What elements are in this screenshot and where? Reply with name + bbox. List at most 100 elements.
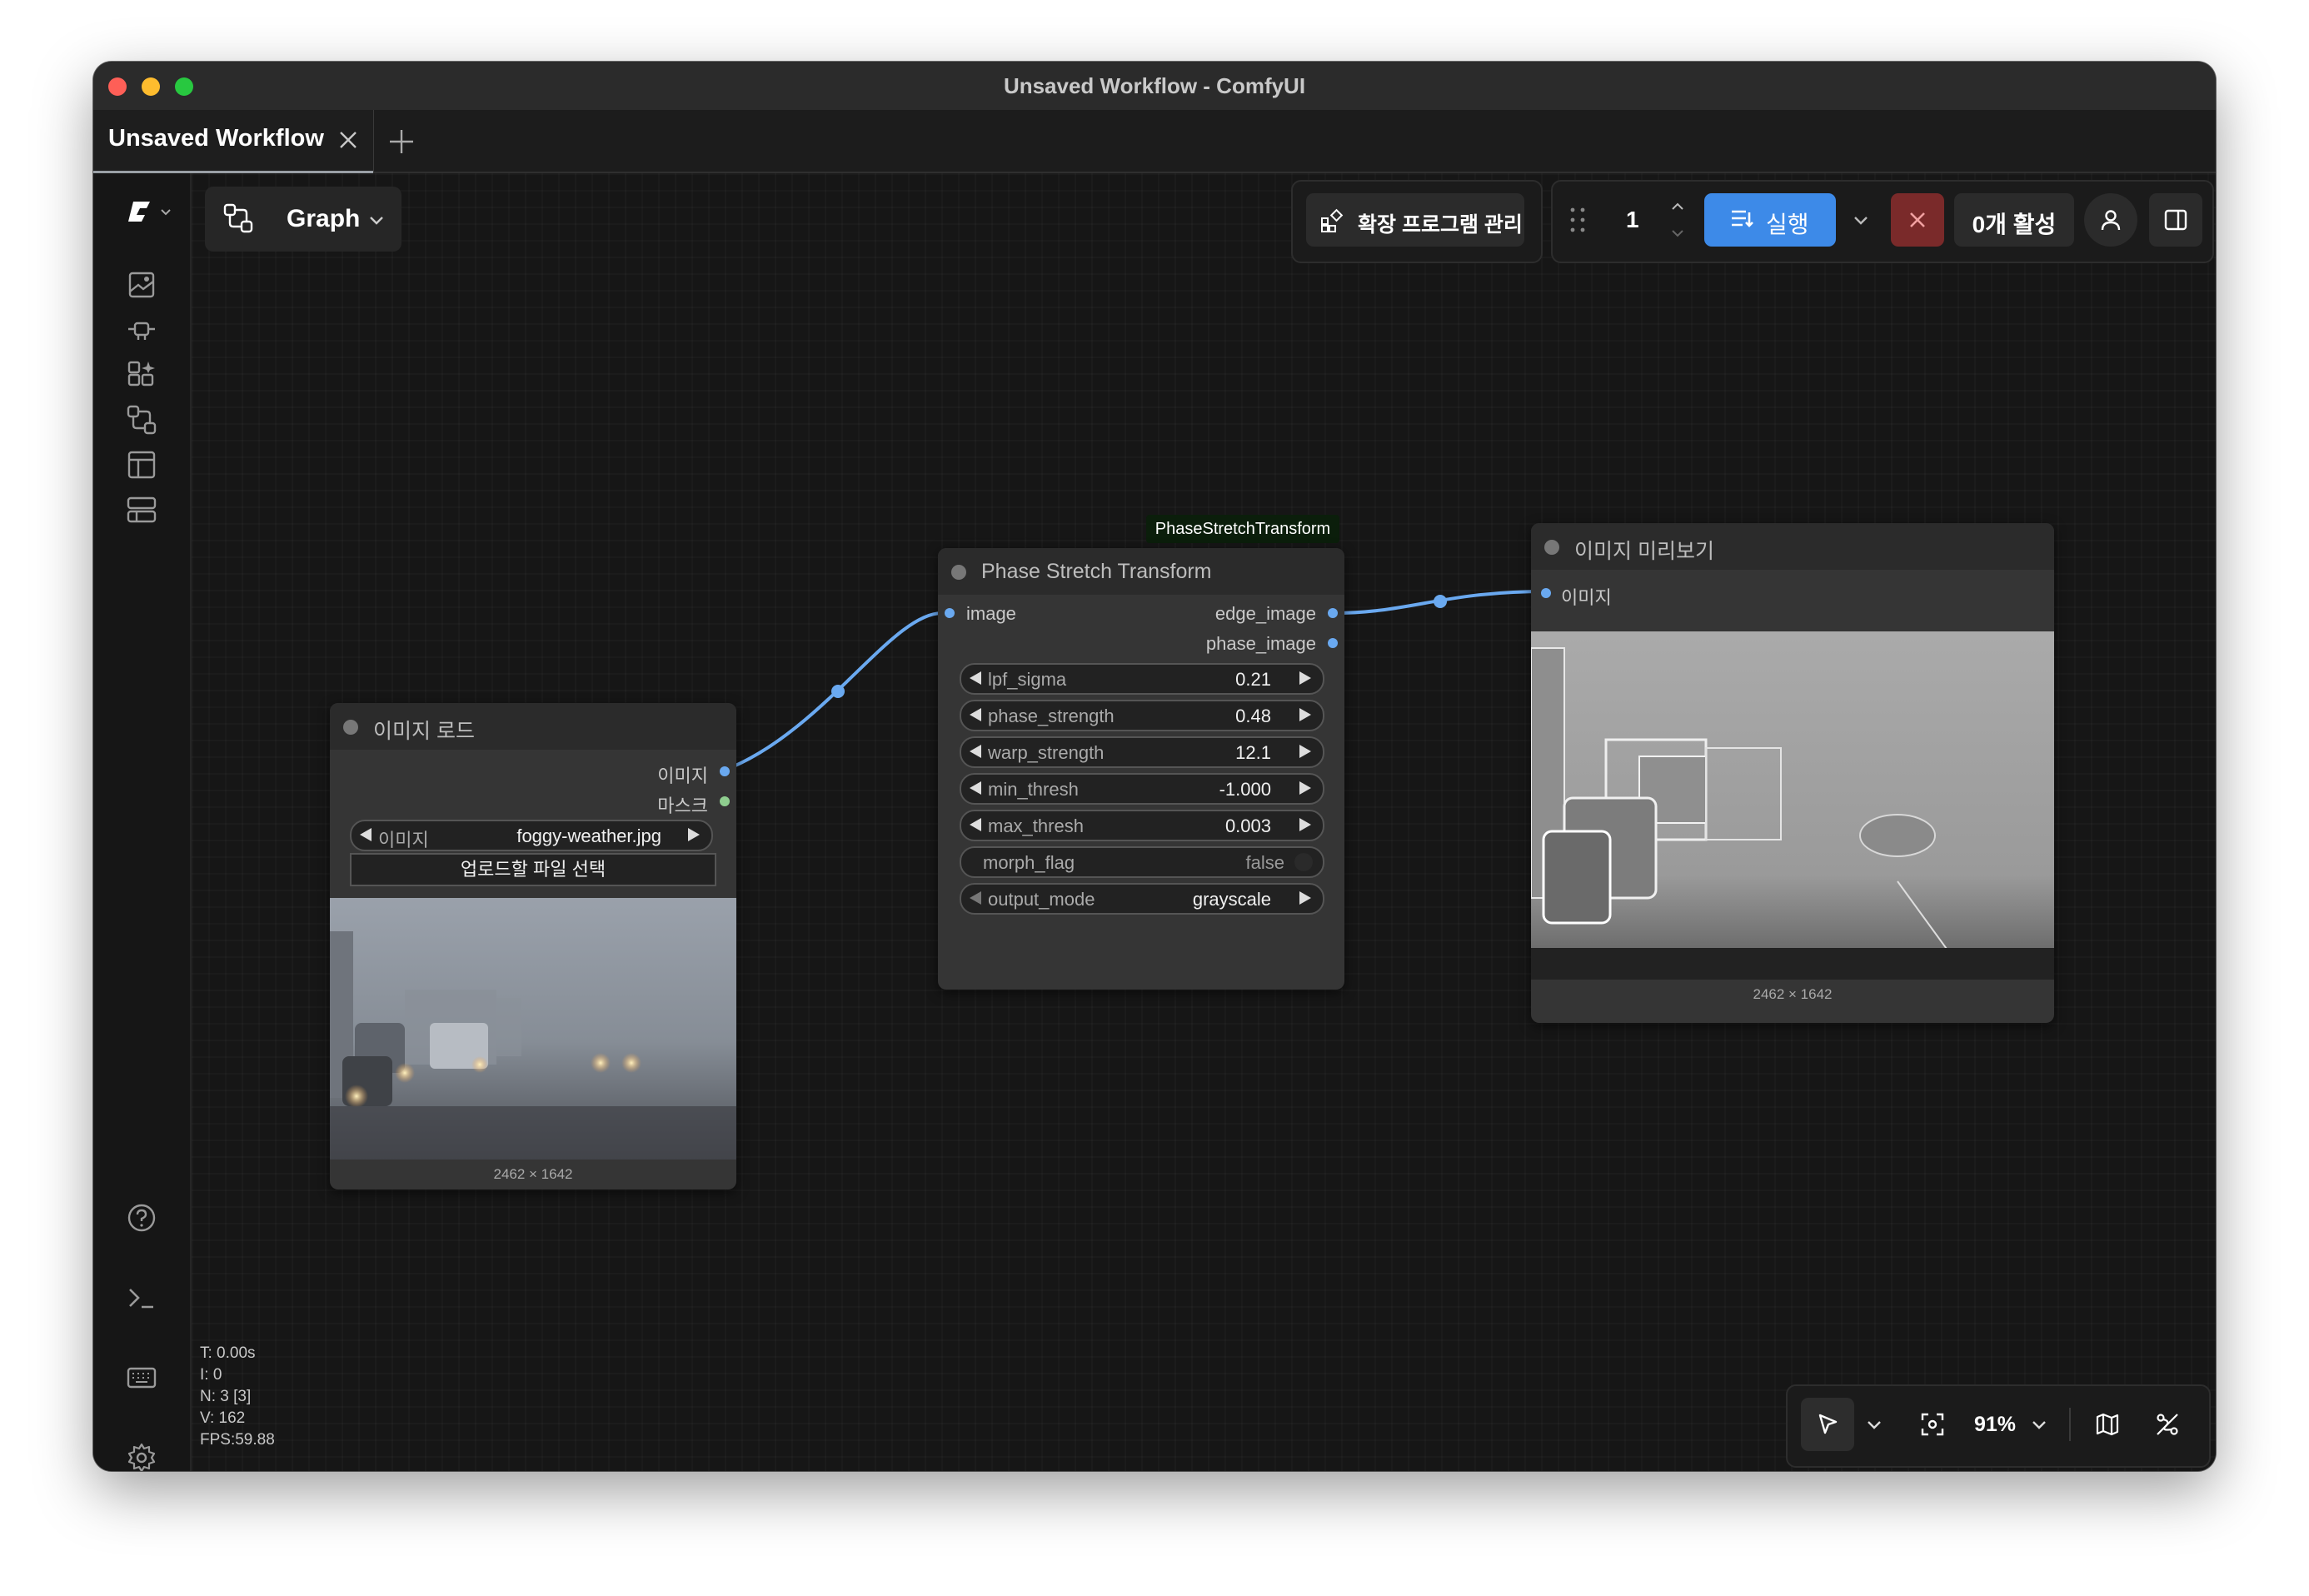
- active-jobs-label: 0개 활성: [1972, 212, 2057, 237]
- active-jobs-button[interactable]: 0개 활성: [1954, 193, 2074, 247]
- decrement-arrow-icon[interactable]: [970, 891, 981, 905]
- drag-handle-icon[interactable]: [1568, 205, 1588, 235]
- comfy-logo-icon[interactable]: [125, 195, 175, 228]
- input-label-image: 이미지: [1561, 587, 1612, 608]
- graph-mode-button[interactable]: Graph: [205, 187, 401, 252]
- decrement-arrow-icon[interactable]: [970, 708, 981, 721]
- image-sparkle-icon[interactable]: [125, 268, 158, 302]
- widget-value: 12.1: [1235, 742, 1271, 763]
- fit-view-button[interactable]: [1916, 1398, 1949, 1451]
- input-slot-image[interactable]: [945, 608, 955, 618]
- toggle-knob[interactable]: [1294, 853, 1313, 871]
- node-collapse-dot[interactable]: [1544, 540, 1559, 555]
- workflow-icon: [223, 203, 253, 233]
- grid-sparkle-icon[interactable]: [125, 358, 158, 392]
- plus-icon[interactable]: [386, 127, 416, 157]
- batch-count-value: 1: [1626, 207, 1639, 232]
- input-slot-image[interactable]: [1541, 588, 1551, 598]
- hide-links-icon: [2157, 1414, 2178, 1435]
- output-mode-widget[interactable]: output_mode grayscale: [960, 883, 1324, 915]
- minimap-button[interactable]: [2091, 1398, 2124, 1451]
- performance-stats: T: 0.00s I: 0 N: 3 [3] V: 162 FPS:59.88: [200, 1343, 275, 1451]
- widget-value: 0.003: [1224, 815, 1271, 836]
- increment-arrow-icon[interactable]: [1299, 891, 1311, 905]
- divider: [2069, 1408, 2071, 1441]
- chevron-down-icon: [1854, 217, 1868, 225]
- title-bar: Unsaved Workflow - ComfyUI: [93, 62, 2216, 111]
- image-dimensions: 2462 × 1642: [1753, 986, 1833, 1002]
- increment-arrow-icon[interactable]: [1299, 818, 1311, 831]
- increment-arrow-icon[interactable]: [688, 828, 700, 841]
- tool-options-dropdown[interactable]: [1859, 1398, 1889, 1451]
- max-thresh-widget[interactable]: max_thresh 0.003: [960, 810, 1324, 841]
- morph-flag-toggle[interactable]: morph_flag false: [960, 846, 1324, 878]
- load-image-node[interactable]: 이미지 로드 이미지 마스크 이미지 foggy-weather.jpg 업로드…: [330, 703, 736, 1190]
- widget-label: phase_strength: [988, 706, 1115, 726]
- phase-stretch-transform-node[interactable]: Phase Stretch Transform image edge_image…: [938, 548, 1344, 990]
- stat-time: T: 0.00s: [200, 1344, 256, 1362]
- toggle-panel-button[interactable]: [2149, 193, 2202, 247]
- decrement-arrow-icon[interactable]: [970, 671, 981, 685]
- output-label-phase-image: phase_image: [1205, 633, 1316, 654]
- tab-bar: Unsaved Workflow: [93, 110, 2216, 173]
- node-header[interactable]: 이미지 로드: [330, 703, 736, 750]
- run-options-dropdown[interactable]: [1844, 193, 1878, 247]
- terminal-icon[interactable]: [125, 1281, 158, 1314]
- node-title: Phase Stretch Transform: [981, 560, 1212, 583]
- tab-unsaved-workflow[interactable]: Unsaved Workflow: [93, 110, 374, 173]
- zoom-level[interactable]: 91%: [1974, 1398, 2021, 1451]
- warp-strength-widget[interactable]: warp_strength 12.1: [960, 736, 1324, 768]
- zoom-options-dropdown[interactable]: [2024, 1398, 2054, 1451]
- chevron-down-icon[interactable]: [1669, 225, 1686, 242]
- close-icon[interactable]: [335, 127, 362, 153]
- toggle-links-button[interactable]: [2151, 1398, 2184, 1451]
- node-collapse-dot[interactable]: [343, 720, 358, 735]
- cancel-run-button[interactable]: [1891, 193, 1944, 247]
- widget-value: grayscale: [1192, 889, 1271, 910]
- stat-nodes: N: 3 [3]: [200, 1388, 252, 1405]
- gear-icon[interactable]: [125, 1441, 158, 1471]
- increment-arrow-icon[interactable]: [1299, 745, 1311, 758]
- output-slot-mask[interactable]: [720, 796, 730, 806]
- keyboard-icon[interactable]: [125, 1361, 158, 1394]
- stat-fps: FPS:59.88: [200, 1431, 275, 1449]
- batch-count-input[interactable]: 1: [1601, 193, 1698, 247]
- preview-image-node[interactable]: 이미지 미리보기 이미지 2462 × 1642: [1531, 523, 2054, 1023]
- output-slot-image[interactable]: [720, 766, 730, 776]
- node-header[interactable]: Phase Stretch Transform: [938, 548, 1344, 595]
- output-label-image: 이미지: [657, 766, 708, 786]
- image-combo-widget[interactable]: 이미지 foggy-weather.jpg: [350, 820, 713, 851]
- user-button[interactable]: [2084, 193, 2137, 247]
- help-icon[interactable]: [125, 1201, 158, 1234]
- upload-file-button[interactable]: 업로드할 파일 선택: [350, 853, 716, 886]
- phase-strength-widget[interactable]: phase_strength 0.48: [960, 700, 1324, 731]
- increment-arrow-icon[interactable]: [1299, 671, 1311, 685]
- layout-icon[interactable]: [125, 448, 158, 481]
- chevron-down-icon: [2032, 1421, 2046, 1429]
- sidebar: [93, 173, 192, 1471]
- plug-icon[interactable]: [125, 313, 158, 347]
- workflow-icon[interactable]: [125, 403, 158, 436]
- output-slot-phase-image[interactable]: [1328, 638, 1338, 648]
- run-button[interactable]: 실행: [1704, 193, 1836, 247]
- widget-label: max_thresh: [988, 815, 1084, 836]
- decrement-arrow-icon[interactable]: [970, 818, 981, 831]
- widget-label: warp_strength: [988, 742, 1105, 763]
- layers-icon[interactable]: [125, 493, 158, 526]
- increment-arrow-icon[interactable]: [1299, 781, 1311, 795]
- min-thresh-widget[interactable]: min_thresh -1.000: [960, 773, 1324, 805]
- node-collapse-dot[interactable]: [951, 565, 966, 580]
- chevron-up-icon[interactable]: [1669, 198, 1686, 215]
- lpf-sigma-widget[interactable]: lpf_sigma 0.21: [960, 663, 1324, 695]
- node-header[interactable]: 이미지 미리보기: [1531, 523, 2054, 570]
- decrement-arrow-icon[interactable]: [970, 781, 981, 795]
- foggy-road-image: [330, 898, 736, 1160]
- select-tool-button[interactable]: [1801, 1398, 1854, 1451]
- manage-extensions-button[interactable]: 확장 프로그램 관리: [1306, 193, 1524, 247]
- decrement-arrow-icon[interactable]: [360, 828, 372, 841]
- window-title: Unsaved Workflow - ComfyUI: [1003, 73, 1306, 98]
- output-slot-edge-image[interactable]: [1328, 608, 1338, 618]
- node-type-tag: PhaseStretchTransform: [1146, 515, 1339, 543]
- decrement-arrow-icon[interactable]: [970, 745, 981, 758]
- increment-arrow-icon[interactable]: [1299, 708, 1311, 721]
